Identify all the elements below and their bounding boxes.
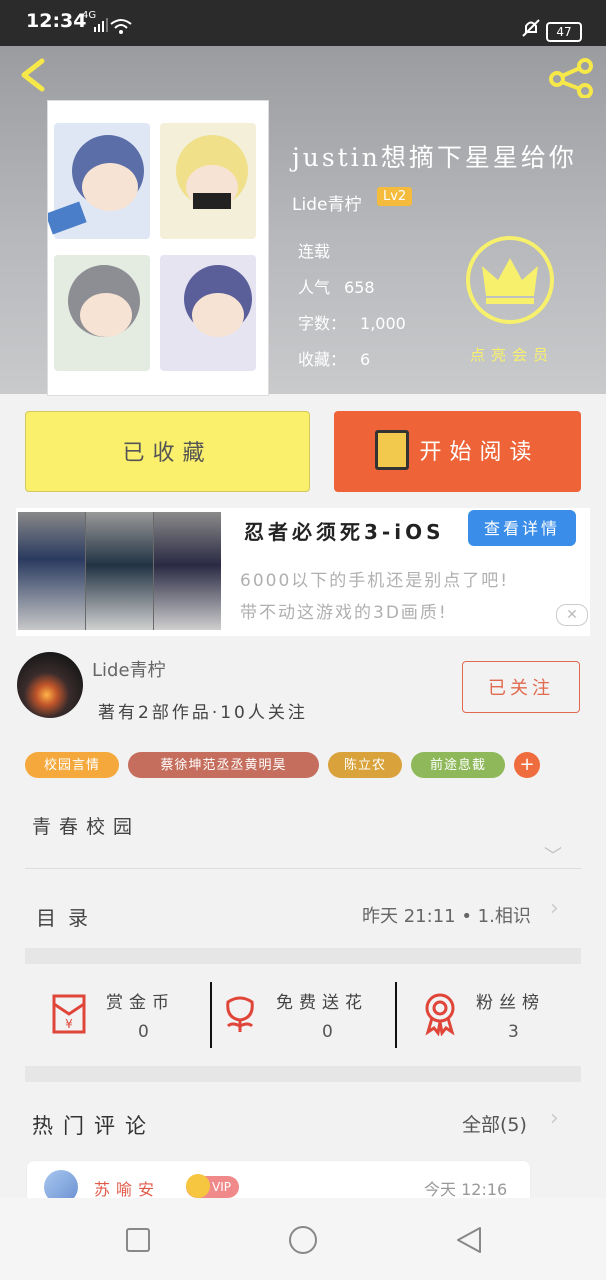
tag-1[interactable]: 蔡徐坤范丞丞黄明昊 <box>128 752 319 778</box>
start-reading-button[interactable]: 开始阅读 <box>334 411 581 492</box>
section-divider <box>25 1066 581 1082</box>
comment-time: 今天 12:16 <box>424 1180 508 1199</box>
reward-fans-value: 3 <box>508 1022 519 1042</box>
book-icon <box>375 430 410 470</box>
collections-label: 收藏： <box>298 350 347 369</box>
collected-button[interactable]: 已收藏 <box>25 411 310 492</box>
popularity-row: 人气 658 <box>298 274 375 298</box>
tag-0[interactable]: 校园言情 <box>25 752 119 778</box>
all-comments-link[interactable]: 全部(5) <box>462 1110 527 1137</box>
ad-desc-line2: 带不动这游戏的3D画质! <box>240 603 448 623</box>
svg-text:¥: ¥ <box>65 1017 73 1031</box>
reward-flowers-value: 0 <box>322 1022 333 1042</box>
reward-fans-label[interactable]: 粉丝榜 <box>476 988 545 1013</box>
category-label: 青春校园 <box>32 816 141 838</box>
reward-divider <box>395 982 397 1048</box>
tag-3[interactable]: 前途息截 <box>411 752 505 778</box>
reward-flowers-label[interactable]: 免费送花 <box>276 988 368 1013</box>
reward-divider <box>210 982 212 1048</box>
hot-comments-label: 热门评论 <box>32 1114 156 1138</box>
author-avatar[interactable] <box>17 652 83 718</box>
book-cover[interactable] <box>47 100 269 396</box>
red-envelope-icon[interactable]: ¥ <box>48 992 92 1036</box>
ad-detail-button[interactable]: 查看详情 <box>468 510 576 546</box>
collections-row: 收藏： 6 <box>298 346 370 370</box>
start-reading-label: 开始阅读 <box>419 440 540 465</box>
tag-2[interactable]: 陈立农 <box>328 752 402 778</box>
collections-value: 6 <box>360 350 371 369</box>
comments-chevron-icon[interactable]: › <box>550 1106 559 1131</box>
section-divider <box>25 948 581 964</box>
recents-icon[interactable] <box>126 1228 150 1252</box>
flower-icon[interactable] <box>218 992 262 1036</box>
vip-label[interactable]: 点亮会员 <box>470 344 554 365</box>
back-icon[interactable] <box>456 1226 482 1254</box>
wifi-icon <box>110 19 132 34</box>
ad-desc-line1: 6000以下的手机还是别点了吧! <box>240 571 510 591</box>
popularity-value: 658 <box>344 278 375 297</box>
book-status: 连载 <box>298 242 331 261</box>
book-title: justin想摘下星星给你 <box>292 143 577 172</box>
back-arrow-icon[interactable] <box>16 58 50 92</box>
medal-icon[interactable] <box>418 992 462 1036</box>
catalog-chevron-icon[interactable]: › <box>550 896 559 921</box>
words-label: 字数： <box>298 314 347 333</box>
catalog-label[interactable]: 目录 <box>36 902 100 931</box>
book-author[interactable]: Lide青柠 <box>292 190 361 215</box>
divider <box>25 868 581 869</box>
words-value: 1,000 <box>360 314 406 333</box>
vip-crown-icon <box>186 1174 210 1198</box>
signal-icon <box>94 18 108 32</box>
status-bar: 12:34 4G 47 <box>0 0 606 46</box>
mute-bell-icon <box>522 19 540 37</box>
author-stats: 著有2部作品·10人关注 <box>98 703 308 723</box>
ad-title[interactable]: 忍者必须死3-iOS <box>244 516 444 545</box>
popularity-label: 人气 <box>298 278 331 297</box>
crown-icon <box>482 258 538 304</box>
battery-indicator: 47 <box>546 22 582 42</box>
system-nav-bar <box>0 1198 606 1280</box>
reward-coins-value: 0 <box>138 1022 149 1042</box>
follow-button[interactable]: 已关注 <box>462 661 580 713</box>
author-name[interactable]: Lide青柠 <box>92 656 166 682</box>
cover-illustration <box>48 135 252 337</box>
home-icon[interactable] <box>288 1225 318 1255</box>
catalog-update[interactable]: 昨天 21:11 • 1.相识 <box>362 902 531 928</box>
words-row: 字数： 1,000 <box>298 310 406 334</box>
chevron-down-icon[interactable]: ﹀ <box>544 842 562 868</box>
vip-button[interactable] <box>466 236 554 324</box>
level-badge: Lv2 <box>377 187 413 206</box>
ad-image[interactable] <box>18 512 221 630</box>
commenter-name[interactable]: 苏喻安 <box>94 1176 160 1200</box>
share-icon[interactable] <box>548 58 596 98</box>
add-tag-button[interactable]: + <box>514 752 540 778</box>
reward-coins-label[interactable]: 赏金币 <box>106 988 175 1013</box>
ad-close-icon[interactable]: ✕ <box>556 604 588 626</box>
status-time: 12:34 <box>26 10 87 32</box>
